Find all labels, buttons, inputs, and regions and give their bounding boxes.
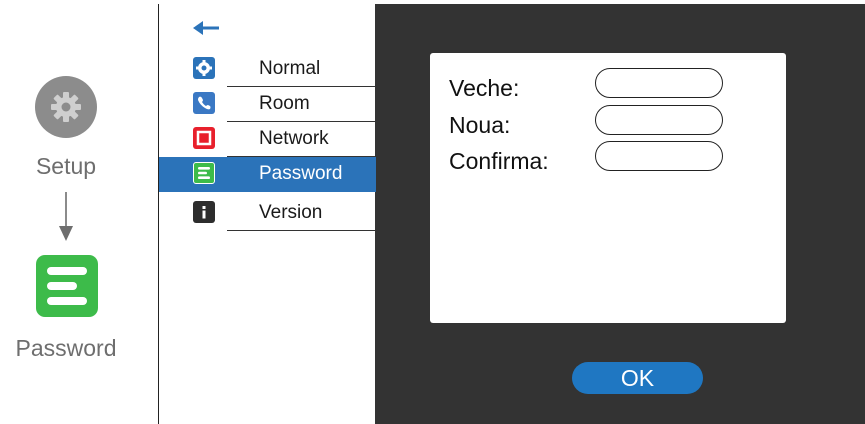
down-arrow-icon <box>59 192 73 241</box>
confirm-password-input[interactable] <box>595 141 723 171</box>
menu-item-network[interactable]: Network <box>159 122 376 157</box>
setup-label: Setup <box>35 153 97 179</box>
ok-button[interactable]: OK <box>572 362 703 394</box>
password-label: Password <box>15 335 117 361</box>
password-form: Veche: Noua: Confirma: <box>430 53 786 323</box>
new-password-label: Noua: <box>449 112 511 138</box>
lines-icon <box>193 162 215 184</box>
phone-icon <box>193 92 215 114</box>
menu-item-normal[interactable]: Normal <box>159 52 376 87</box>
legend-panel: Setup Password <box>0 0 158 424</box>
menu-item-room[interactable]: Room <box>159 87 376 122</box>
old-password-label: Veche: <box>449 75 520 101</box>
device-screen: Normal Room Network Password Version Vec… <box>158 4 865 424</box>
menu-item-label: Password <box>259 163 343 184</box>
gear-icon <box>193 57 215 79</box>
settings-menu: Normal Room Network Password Version <box>158 4 376 424</box>
menu-item-label: Version <box>259 202 323 223</box>
old-password-input[interactable] <box>595 68 723 98</box>
gear-icon <box>51 92 81 122</box>
divider <box>227 230 376 231</box>
info-icon <box>193 201 215 223</box>
password-icon <box>36 255 98 317</box>
menu-item-label: Room <box>259 93 310 114</box>
menu-item-version[interactable]: Version <box>159 196 376 231</box>
menu-item-password[interactable]: Password <box>159 157 376 192</box>
new-password-input[interactable] <box>595 105 723 135</box>
left-arrow-icon[interactable] <box>193 20 219 36</box>
square-icon <box>193 127 215 149</box>
setup-icon <box>35 76 97 138</box>
confirm-password-label: Confirma: <box>449 148 549 174</box>
menu-item-label: Network <box>259 128 329 149</box>
menu-item-label: Normal <box>259 58 321 79</box>
